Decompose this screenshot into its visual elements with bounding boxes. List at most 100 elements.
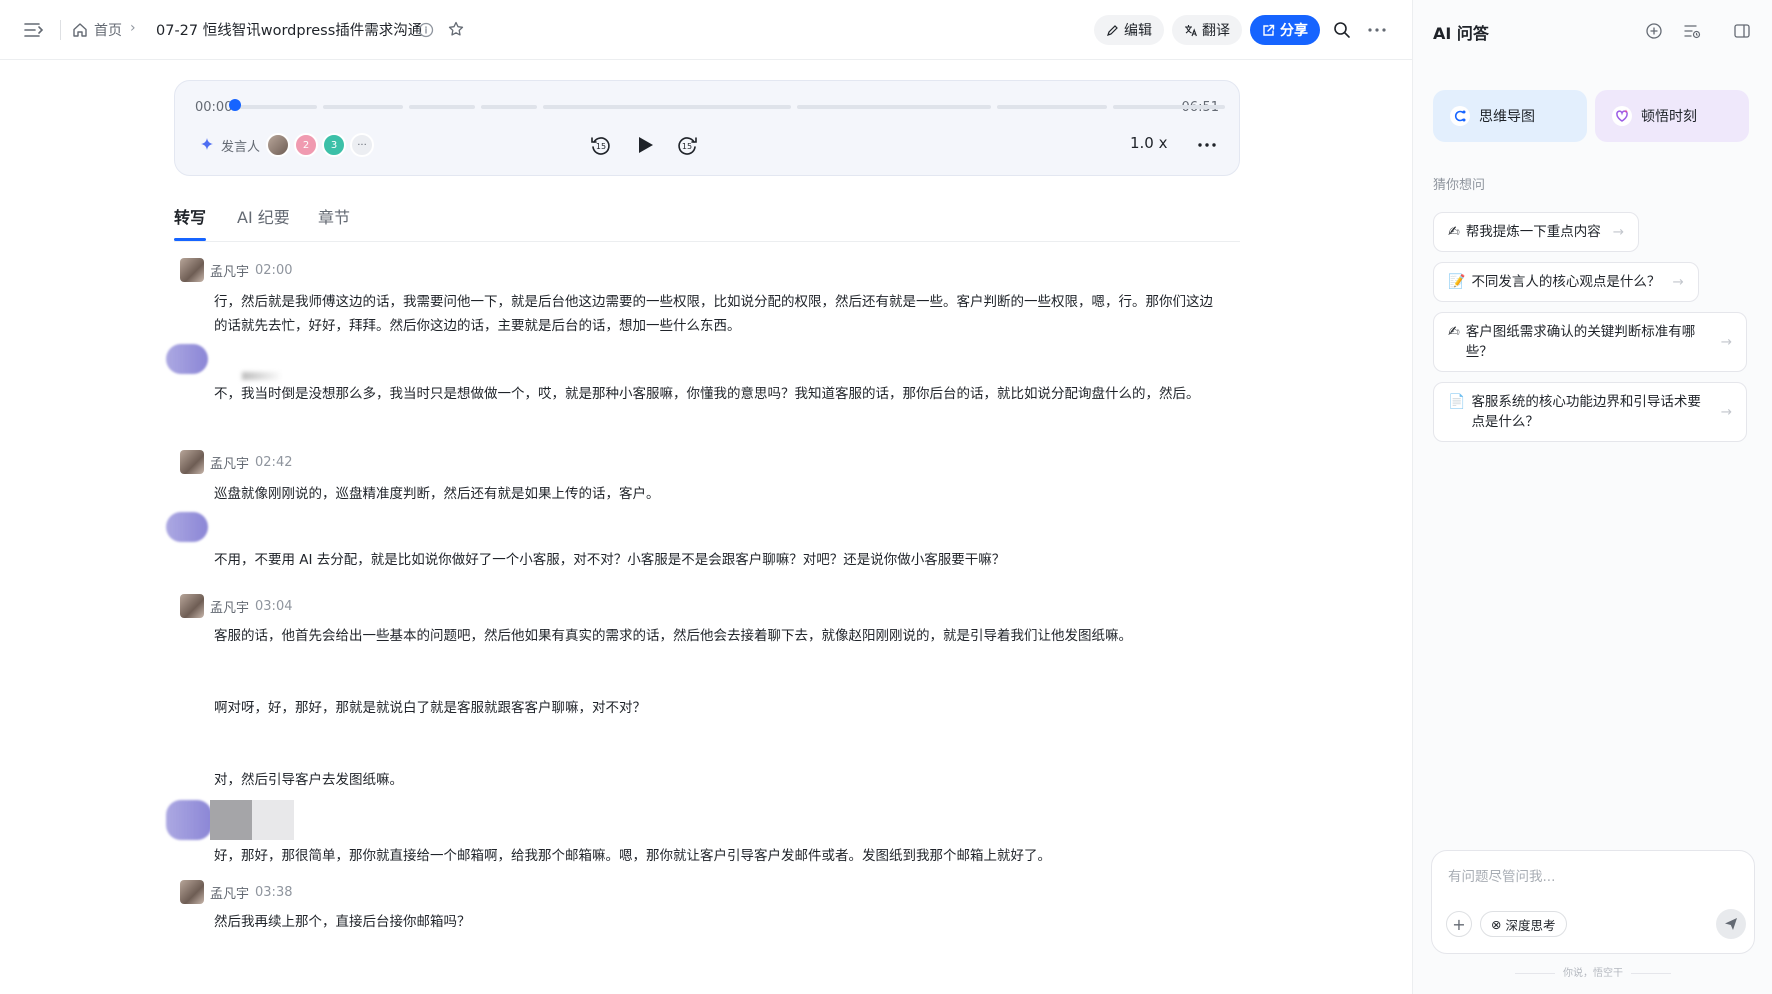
timestamp[interactable]: 02:42 [255, 455, 292, 470]
chat-input[interactable] [1448, 869, 1738, 885]
deep-think-label: 深度思考 [1505, 917, 1556, 933]
ai-panel: AI 问答 思维导图 顿悟时刻 猜你想问 ✍ 帮我提炼一下重点内容 → 📝 不同… [1412, 0, 1772, 994]
aha-moment-label: 顿悟时刻 [1641, 109, 1697, 125]
chevron-right-icon: › [130, 20, 136, 36]
speaker-list[interactable]: 发言人 2 3 ··· [199, 133, 375, 157]
suggestion-text: 客户图纸需求确认的关键判断标准有哪些？ [1465, 324, 1696, 360]
speaker-label: 发言人 [221, 139, 261, 155]
transcript-text[interactable]: 不用，不要用 AI 去分配，就是比如说你做好了一个小客服，对不对？小客服是不是会… [214, 548, 1214, 572]
panel-title: AI 问答 [1433, 24, 1489, 43]
rewind-15-icon[interactable]: 15 [587, 131, 615, 159]
search-icon[interactable] [1330, 18, 1354, 42]
suggestion-item[interactable]: ✍ 客户图纸需求确认的关键判断标准有哪些？ → [1433, 312, 1747, 372]
svg-text:15: 15 [596, 142, 606, 151]
arrow-right-icon: → [1612, 224, 1625, 240]
home-icon [72, 22, 88, 38]
timestamp[interactable]: 02:00 [255, 263, 292, 278]
aha-moment-button[interactable]: 顿悟时刻 [1595, 90, 1749, 142]
progress-knob[interactable] [229, 99, 241, 111]
avatar: 3 [322, 133, 347, 157]
track-segment [481, 105, 537, 109]
timestamp[interactable]: 03:38 [255, 885, 292, 900]
more-icon[interactable] [1365, 18, 1389, 42]
footer-note: 你说，悟空干 [1413, 964, 1772, 979]
new-chat-icon[interactable] [1643, 20, 1665, 42]
attach-button[interactable]: + [1446, 911, 1472, 937]
suggestion-item[interactable]: 📄 客服系统的核心功能边界和引导话术要点是什么？ → [1433, 382, 1747, 442]
transcript-text[interactable]: 不，我当时倒是没想那么多，我当时只是想做做一个，哎，就是那种小客服嘛，你懂我的意… [214, 382, 1214, 406]
transcript-text[interactable]: 对，然后引导客户去发图纸嘛。 [214, 768, 1214, 792]
translate-button[interactable]: 翻译 [1172, 15, 1242, 45]
divider [60, 20, 61, 40]
avatar [180, 258, 204, 282]
speaker-row: 孟凡宇 02:00 [180, 258, 292, 282]
avatar: 2 [294, 133, 319, 157]
edit-button[interactable]: 编辑 [1094, 15, 1164, 45]
track-segment [409, 105, 475, 109]
breadcrumb-home[interactable]: 首页 [72, 20, 122, 40]
panel-toggle-icon[interactable] [1731, 20, 1753, 42]
speaker-row: 孟凡宇 03:38 [180, 880, 292, 904]
deep-think-button[interactable]: ⊗ 深度思考 [1480, 911, 1567, 937]
sparkle-icon [199, 137, 215, 153]
mind-map-icon [1449, 105, 1471, 127]
more-icon[interactable] [1193, 131, 1221, 159]
audio-player: 00:00 06:51 发言人 2 3 ··· 15 [174, 80, 1240, 176]
info-icon[interactable] [416, 20, 436, 40]
redacted-speaker [166, 800, 212, 840]
tab-bar: 转写 AI 纪要 章节 [174, 200, 1240, 242]
transcript-text[interactable]: 行，然后就是我师傅这边的话，我需要问他一下，就是后台他这边需要的一些权限，比如说… [214, 290, 1214, 338]
menu-icon[interactable] [22, 18, 46, 42]
share-label: 分享 [1280, 23, 1308, 39]
send-icon [1725, 918, 1737, 930]
speaker-name[interactable]: 孟凡宇 [210, 883, 249, 902]
speaker-name[interactable]: 孟凡宇 [210, 261, 249, 280]
timestamp[interactable]: 03:04 [255, 599, 292, 614]
transcript-text[interactable]: 客服的话，他首先会给出一些基本的问题吧，然后他如果有真实的需求的话，然后他会去接… [214, 624, 1214, 648]
history-icon[interactable] [1681, 20, 1703, 42]
share-button[interactable]: 分享 [1250, 15, 1320, 45]
track-segment [543, 105, 791, 109]
speaker-name[interactable]: 孟凡宇 [210, 597, 249, 616]
transcript-text[interactable]: 好，那好，那很简单，那你就直接给一个邮箱啊，给我那个邮箱嘛。嗯，那你就让客户引导… [214, 844, 1214, 868]
share-icon [1262, 24, 1275, 37]
send-button[interactable] [1716, 909, 1746, 939]
progress-track[interactable] [237, 105, 1231, 109]
transcript-text[interactable]: 然后我再续上那个，直接后台接你邮箱吗？ [214, 910, 1214, 934]
tab-underline [174, 238, 206, 241]
tab-chapters[interactable]: 章节 [318, 204, 350, 228]
forward-15-icon[interactable]: 15 [673, 131, 701, 159]
more-speakers-icon[interactable]: ··· [350, 133, 375, 157]
mind-map-button[interactable]: 思维导图 [1433, 90, 1587, 142]
arrow-right-icon: → [1672, 274, 1684, 290]
time-current: 00:00 [195, 100, 233, 115]
translate-label: 翻译 [1202, 23, 1230, 39]
suggestions-heading: 猜你想问 [1433, 178, 1486, 193]
playback-speed[interactable]: 1.0 x [1130, 134, 1168, 152]
play-icon[interactable] [631, 131, 659, 159]
breadcrumb-home-label[interactable]: 首页 [94, 20, 122, 40]
aha-icon [1611, 105, 1633, 127]
edit-icon [1106, 24, 1119, 37]
arrow-right-icon: → [1720, 334, 1732, 350]
transcript-text[interactable]: 啊对呀，好，那好，那就是就说白了就是客服就跟客客户聊嘛，对不对？ [214, 696, 1214, 720]
speaker-name[interactable]: 孟凡宇 [210, 453, 249, 472]
tab-ai-summary[interactable]: AI 纪要 [237, 204, 290, 228]
redacted-speaker [166, 344, 208, 374]
transcript-text[interactable]: 巡盘就像刚刚说的，巡盘精准度判断，然后还有就是如果上传的话，客户。 [214, 482, 1214, 506]
avatar [180, 450, 204, 474]
atom-icon: ⊗ [1491, 916, 1502, 932]
suggestion-text: 客服系统的核心功能边界和引导话术要点是什么？ [1471, 394, 1701, 430]
memo-icon: 📝 [1448, 274, 1466, 290]
highlight-icon: ✍ [1448, 324, 1460, 340]
avatar [180, 594, 204, 618]
tab-transcript[interactable]: 转写 [174, 204, 206, 228]
svg-text:15: 15 [682, 142, 692, 151]
suggestion-item[interactable]: 📝 不同发言人的核心观点是什么？ → [1433, 262, 1699, 302]
star-icon[interactable] [446, 19, 466, 39]
track-segment [1113, 105, 1225, 109]
avatar [266, 133, 291, 157]
track-segment [797, 105, 991, 109]
redacted-speaker [252, 800, 294, 840]
suggestion-item[interactable]: ✍ 帮我提炼一下重点内容 → [1433, 212, 1640, 252]
